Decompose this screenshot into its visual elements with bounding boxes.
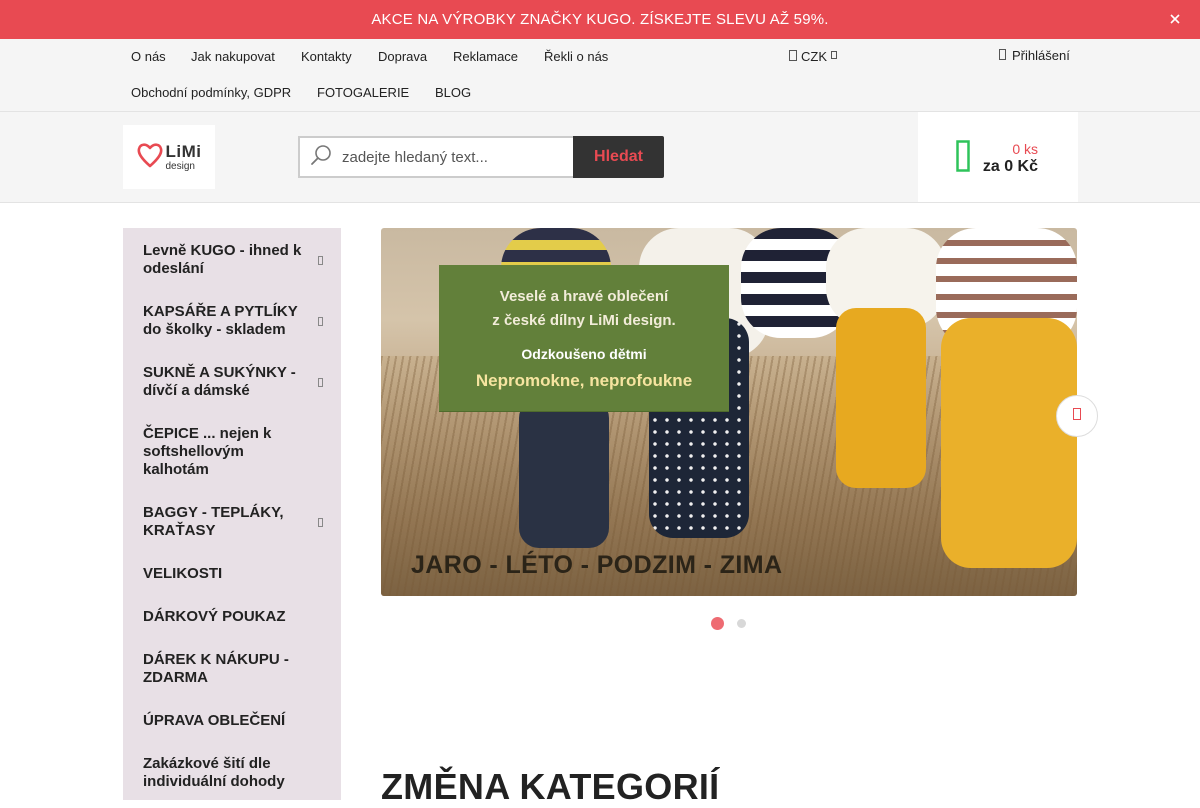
category-item-sukne[interactable]: SUKNĚ A SUKÝNKY - dívčí a dámské: [123, 364, 341, 400]
section-title: ZMĚNA KATEGORIÍ: [381, 766, 720, 807]
slider-dot-2[interactable]: [737, 619, 746, 628]
hero-slider[interactable]: Veselé a hravé oblečení z české dílny Li…: [381, 228, 1077, 596]
chevron-right-icon: [1073, 407, 1081, 425]
category-item-uprava-obleceni[interactable]: ÚPRAVA OBLEČENÍ: [123, 712, 341, 730]
nav-link-rekli-o-nas[interactable]: Řekli o nás: [544, 49, 608, 64]
nav-link-doprava[interactable]: Doprava: [378, 49, 427, 64]
promo-text[interactable]: AKCE NA VÝROBKY ZNAČKY KUGO. ZÍSKEJTE SL…: [371, 11, 828, 28]
heart-icon: [137, 141, 163, 174]
category-item-zakazkove-siti[interactable]: Zakázkové šití dle individuální dohody: [123, 755, 341, 791]
cart-count: 0 ks: [1012, 141, 1038, 157]
category-label: KAPSÁŘE A PYTLÍKY do školky - skladem: [143, 303, 298, 338]
chevron-down-icon: [831, 51, 837, 62]
currency-icon: [789, 49, 797, 64]
search-icon: [310, 144, 332, 171]
nav-link-reklamace[interactable]: Reklamace: [453, 49, 518, 64]
search-input[interactable]: [342, 148, 552, 166]
slider-next-button[interactable]: [1056, 395, 1098, 437]
slide-card-line1: Veselé a hravé oblečení: [499, 288, 669, 305]
close-icon[interactable]: [1168, 11, 1182, 27]
currency-selector[interactable]: CZK: [789, 49, 837, 64]
category-label: VELIKOSTI: [143, 565, 223, 582]
nav-link-fotogalerie[interactable]: FOTOGALERIE: [317, 85, 409, 100]
cart-icon: [956, 140, 970, 177]
slide-card-line3: Odzkoušeno dětmi: [521, 346, 647, 362]
category-label: ÚPRAVA OBLEČENÍ: [143, 712, 286, 729]
category-item-darkovy-poukaz[interactable]: DÁRKOVÝ POUKAZ: [123, 608, 341, 626]
search-form: Hledat: [298, 136, 664, 178]
slide-card-line2: z české dílny LiMi design.: [492, 312, 676, 329]
nav-link-obchodni-podminky[interactable]: Obchodní podmínky, GDPR: [131, 85, 291, 100]
category-label: ČEPICE ... nejen k softshellovým kalhotá…: [143, 425, 272, 478]
site-header: LiMi design Hledat 0 ks za 0 Kč: [0, 112, 1200, 203]
nav-link-kontakty[interactable]: Kontakty: [301, 49, 352, 64]
category-item-kapsare[interactable]: KAPSÁŘE A PYTLÍKY do školky - skladem: [123, 303, 341, 339]
category-label: BAGGY - TEPLÁKY, KRAŤASY: [143, 504, 284, 539]
nav-link-o-nas[interactable]: O nás: [131, 49, 166, 64]
category-item-darek-k-nakupu[interactable]: DÁREK K NÁKUPU - ZDARMA: [123, 651, 341, 687]
promo-banner: AKCE NA VÝROBKY ZNAČKY KUGO. ZÍSKEJTE SL…: [0, 0, 1200, 39]
site-logo[interactable]: LiMi design: [123, 125, 215, 189]
slider-dot-1[interactable]: [711, 617, 724, 630]
nav-link-blog[interactable]: BLOG: [435, 85, 471, 100]
currency-label: CZK: [801, 49, 827, 64]
chevron-right-icon: [318, 376, 323, 394]
cart-widget[interactable]: 0 ks za 0 Kč: [918, 112, 1078, 202]
category-label: DÁRKOVÝ POUKAZ: [143, 608, 286, 625]
category-label: SUKNĚ A SUKÝNKY - dívčí a dámské: [143, 364, 296, 399]
category-label: Levně KUGO - ihned k odeslání: [143, 242, 302, 277]
search-field: [298, 136, 573, 178]
login-link[interactable]: Přihlášení: [999, 48, 1070, 63]
category-label: DÁREK K NÁKUPU - ZDARMA: [143, 651, 289, 686]
top-navigation: O nás Jak nakupovat Kontakty Doprava Rek…: [0, 39, 1200, 112]
category-sidebar: Levně KUGO - ihned k odeslání KAPSÁŘE A …: [123, 228, 341, 800]
slide-caption: JARO - LÉTO - PODZIM - ZIMA: [411, 551, 783, 579]
cart-total: za 0 Kč: [982, 158, 1038, 175]
nav-link-jak-nakupovat[interactable]: Jak nakupovat: [191, 49, 275, 64]
category-item-cepice[interactable]: ČEPICE ... nejen k softshellovým kalhotá…: [123, 425, 341, 479]
category-item-baggy[interactable]: BAGGY - TEPLÁKY, KRAŤASY: [123, 504, 341, 540]
logo-sub-text: design: [165, 160, 195, 172]
category-item-levne-kugo[interactable]: Levně KUGO - ihned k odeslání: [123, 242, 341, 278]
slide-promo-card: Veselé a hravé oblečení z české dílny Li…: [439, 265, 729, 412]
search-button[interactable]: Hledat: [573, 136, 664, 178]
login-label: Přihlášení: [1012, 48, 1070, 63]
category-label: Zakázkové šití dle individuální dohody: [143, 755, 285, 790]
chevron-right-icon: [318, 315, 323, 333]
slide-card-line4: Nepromokne, neprofoukne: [475, 371, 693, 390]
chevron-right-icon: [318, 516, 323, 534]
chevron-right-icon: [318, 254, 323, 272]
category-item-velikosti[interactable]: VELIKOSTI: [123, 565, 341, 583]
logo-main-text: LiMi: [165, 141, 202, 161]
user-icon: [999, 48, 1006, 63]
